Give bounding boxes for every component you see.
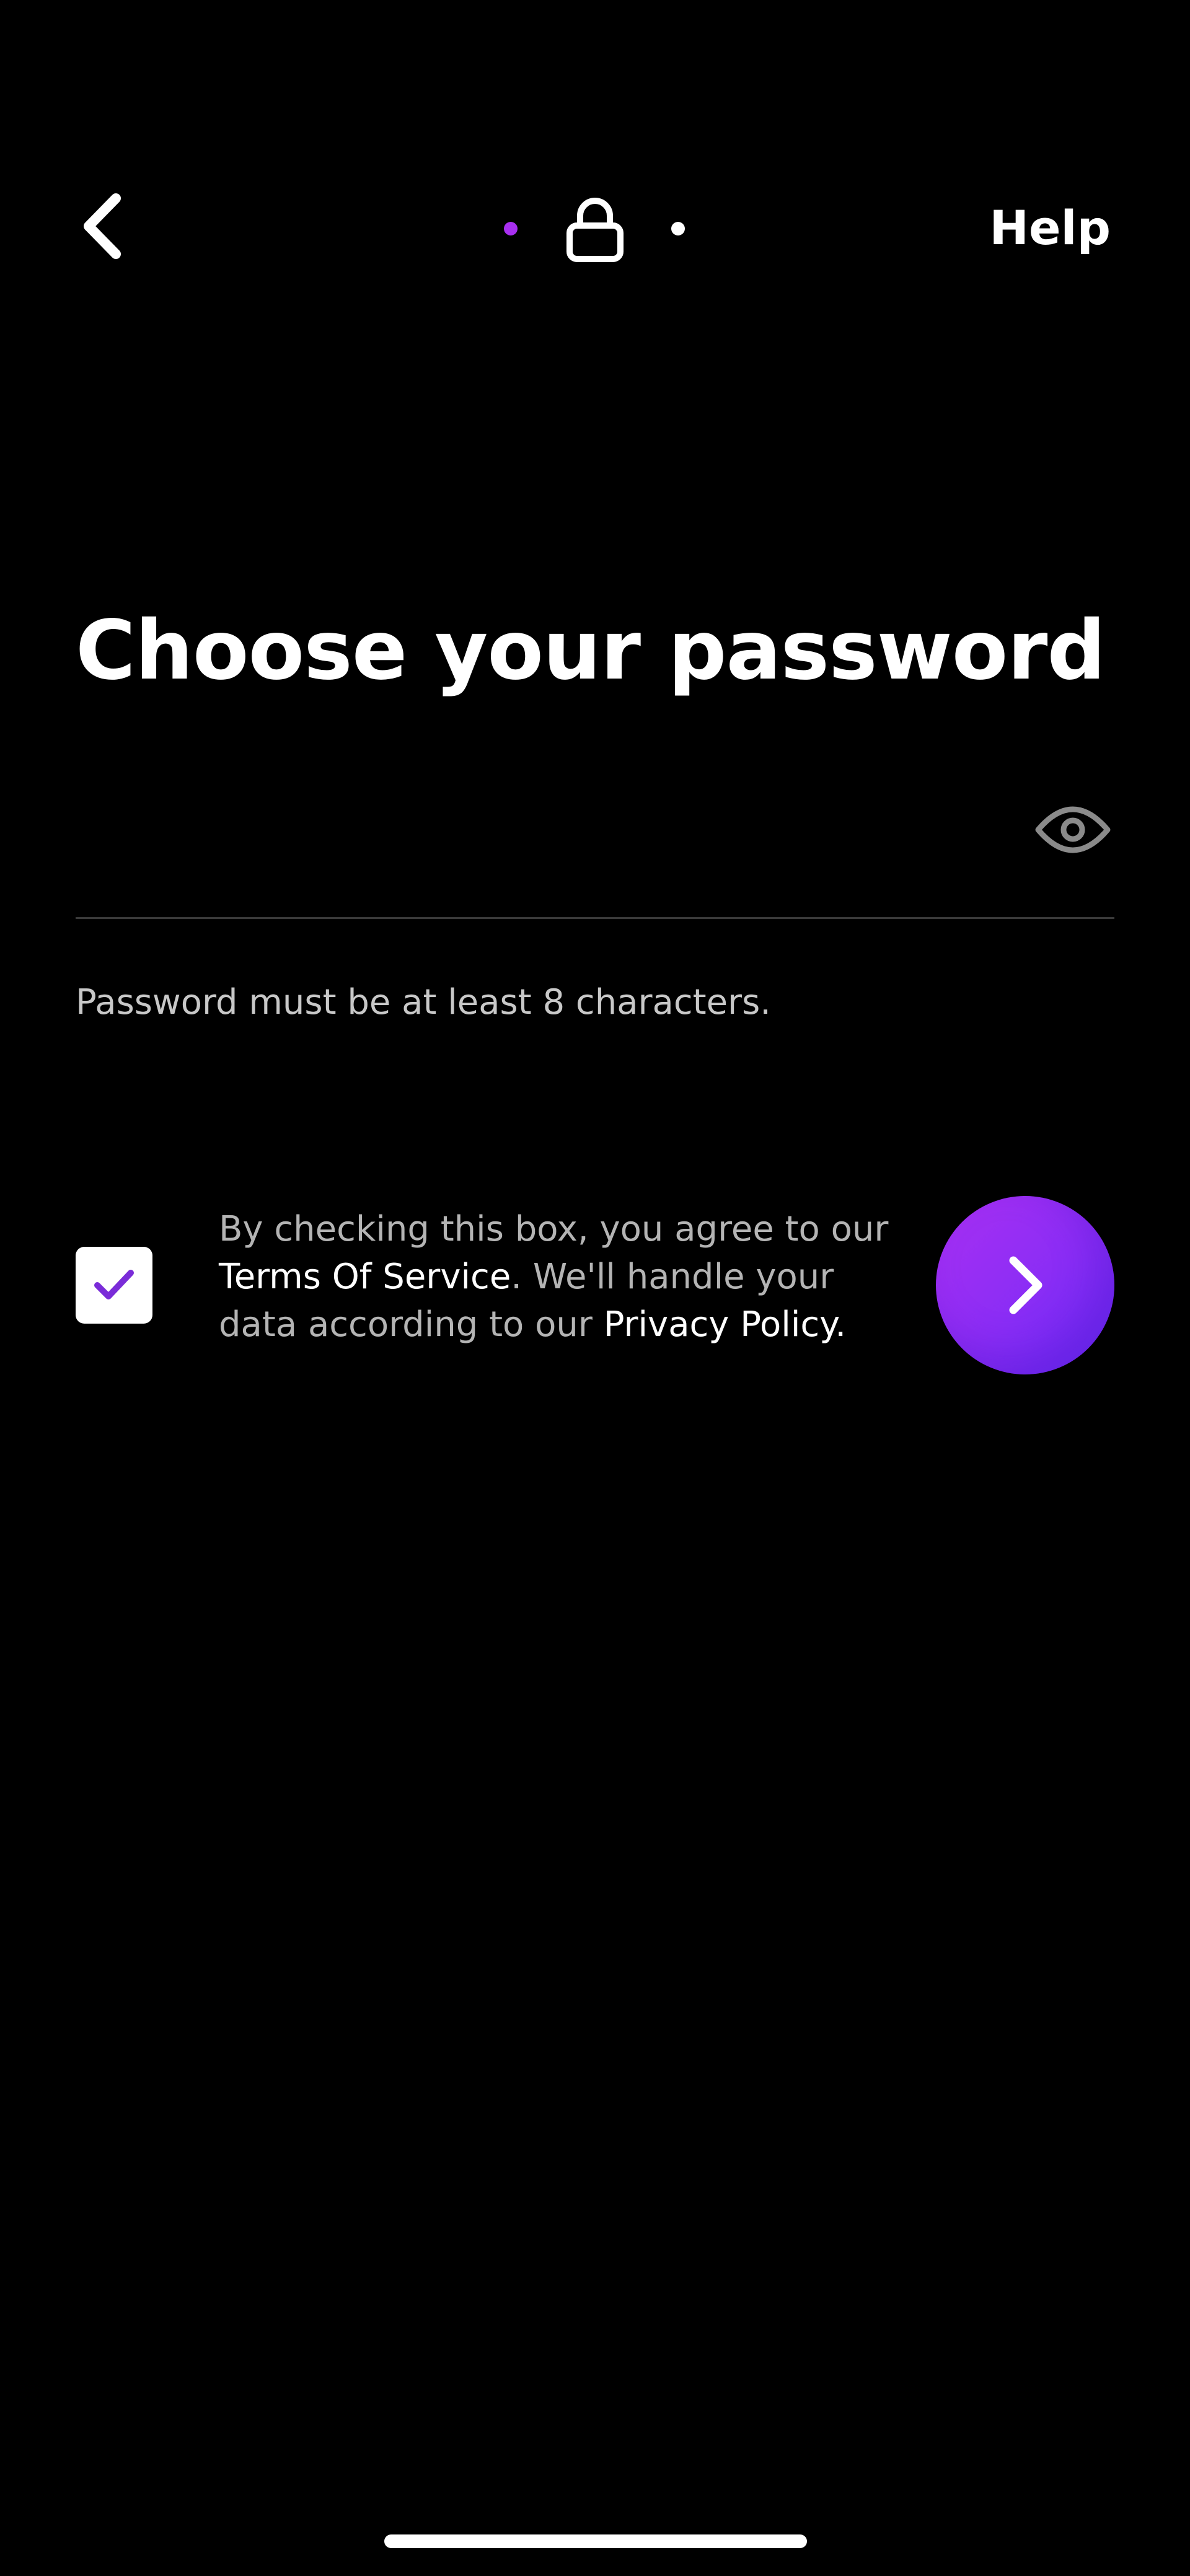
- lock-icon: [566, 198, 624, 262]
- agreement-line-2-rest: . We'll handle your: [511, 1257, 834, 1297]
- show-password-toggle[interactable]: [1031, 788, 1114, 871]
- step-progress: [496, 192, 694, 266]
- password-hint: Password must be at least 8 characters.: [76, 982, 772, 1022]
- agreement-line-3: data according to our Privacy Policy.: [219, 1301, 901, 1348]
- terms-checkbox[interactable]: [76, 1247, 152, 1324]
- progress-dot-completed: [504, 222, 518, 235]
- privacy-policy-link[interactable]: Privacy Policy: [604, 1304, 835, 1345]
- chevron-left-icon: [84, 193, 121, 259]
- agreement-text: By checking this box, you agree to our T…: [219, 1205, 901, 1348]
- password-input[interactable]: [76, 799, 1008, 894]
- agreement-line-2: Terms Of Service. We'll handle your: [219, 1253, 901, 1301]
- agreement-line-1: By checking this box, you agree to our: [219, 1209, 889, 1249]
- chevron-right-icon: [1009, 1256, 1042, 1314]
- home-indicator[interactable]: [384, 2534, 807, 2548]
- help-link[interactable]: Help: [989, 197, 1111, 259]
- next-button[interactable]: [936, 1196, 1114, 1374]
- terms-of-service-link[interactable]: Terms Of Service: [219, 1257, 511, 1297]
- checkmark-icon: [94, 1270, 134, 1299]
- agreement-line-3-prefix: data according to our: [219, 1304, 604, 1345]
- password-field: [76, 775, 1114, 919]
- eye-icon: [1035, 806, 1111, 853]
- page-title: Choose your password: [76, 603, 1106, 698]
- progress-dot-pending: [671, 222, 685, 235]
- back-button[interactable]: [62, 186, 143, 266]
- agreement-line-3-suffix: .: [835, 1304, 847, 1345]
